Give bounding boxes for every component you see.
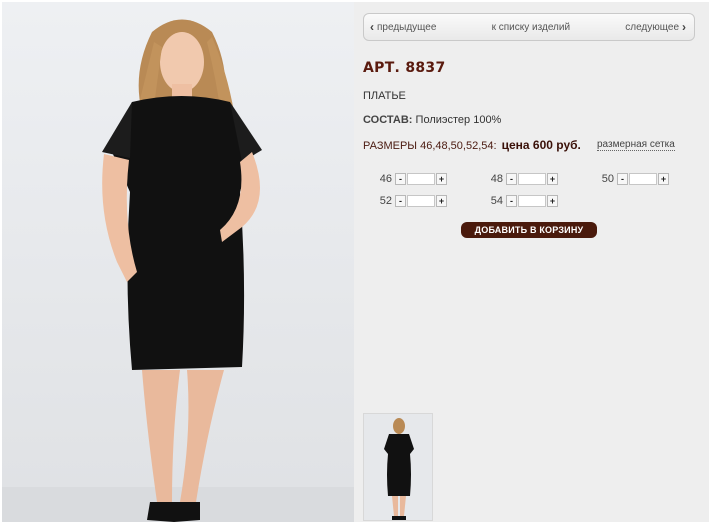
product-navigation-bar: ‹ предыдущее к списку изделий следующее … [363, 13, 695, 41]
sizes-price-line: РАЗМЕРЫ 46,48,50,52,54: цена 600 руб. [363, 138, 581, 152]
increment-button[interactable]: + [436, 195, 447, 207]
chevron-right-icon: › [682, 20, 686, 34]
chevron-left-icon: ‹ [370, 20, 374, 34]
quantity-grid: 46 - + 48 - + 50 - + 52 - + 54 - + [354, 170, 709, 214]
increment-button[interactable]: + [547, 195, 558, 207]
quantity-input[interactable] [407, 195, 435, 207]
qty-row-size-48: 48 - + [489, 172, 558, 186]
quantity-input[interactable] [518, 173, 546, 185]
decrement-button[interactable]: - [506, 195, 517, 207]
model-back-view-image [364, 414, 432, 520]
quantity-input[interactable] [407, 173, 435, 185]
increment-button[interactable]: + [436, 173, 447, 185]
size-label: 54 [490, 195, 503, 207]
decrement-button[interactable]: - [395, 173, 406, 185]
back-to-list-link[interactable]: к списку изделий [492, 22, 570, 33]
quantity-input[interactable] [518, 195, 546, 207]
decrement-button[interactable]: - [395, 195, 406, 207]
size-label: 50 [601, 173, 614, 185]
product-type: ПЛАТЬЕ [363, 90, 406, 102]
qty-row-size-50: 50 - + [600, 172, 669, 186]
product-price: цена 600 руб. [501, 138, 581, 152]
next-product-label: следующее [625, 21, 679, 33]
decrement-button[interactable]: - [617, 173, 628, 185]
product-composition: СОСТАВ: Полиэстер 100% [363, 114, 501, 126]
prev-product-link[interactable]: ‹ предыдущее [370, 20, 436, 34]
quantity-input[interactable] [629, 173, 657, 185]
qty-row-size-52: 52 - + [378, 194, 447, 208]
decrement-button[interactable]: - [506, 173, 517, 185]
product-thumbnail[interactable] [363, 413, 433, 521]
composition-label: СОСТАВ: [363, 114, 413, 126]
size-chart-link[interactable]: размерная сетка [597, 139, 675, 151]
product-main-photo [2, 2, 354, 522]
model-photo-image [2, 19, 354, 522]
size-label: 52 [379, 195, 392, 207]
product-article: АРТ. 8837 [363, 60, 446, 76]
composition-value: Полиэстер 100% [412, 114, 502, 126]
qty-row-size-46: 46 - + [378, 172, 447, 186]
size-label: 48 [490, 173, 503, 185]
size-label: 46 [379, 173, 392, 185]
prev-product-label: предыдущее [377, 21, 437, 33]
increment-button[interactable]: + [658, 173, 669, 185]
qty-row-size-54: 54 - + [489, 194, 558, 208]
next-product-link[interactable]: следующее › [625, 20, 686, 34]
back-to-list-label: к списку изделий [491, 21, 571, 33]
add-to-cart-button[interactable]: ДОБАВИТЬ В КОРЗИНУ [461, 222, 597, 238]
available-sizes: РАЗМЕРЫ 46,48,50,52,54: [363, 140, 497, 152]
increment-button[interactable]: + [547, 173, 558, 185]
product-info-panel: ‹ предыдущее к списку изделий следующее … [354, 2, 709, 522]
